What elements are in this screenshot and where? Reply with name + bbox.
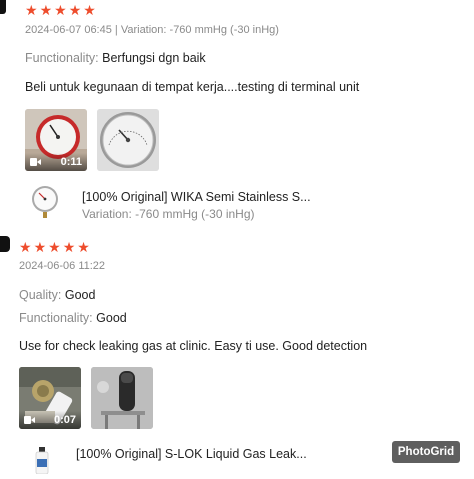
- functionality-label: Functionality:: [25, 51, 99, 65]
- functionality-label: Functionality:: [19, 311, 93, 325]
- review-video-thumbnail[interactable]: 0:11: [25, 109, 87, 171]
- review-meta: 2024-06-07 06:45 | Variation: -760 mmHg …: [25, 24, 279, 36]
- star-icon: ★: [25, 2, 38, 18]
- avatar-partial-top: [0, 0, 6, 14]
- review-photo-thumbnail[interactable]: [91, 367, 153, 429]
- quality-attribute: Quality: Good: [19, 288, 95, 302]
- star-icon: ★: [48, 239, 61, 255]
- review-text: Beli untuk kegunaan di tempat kerja....t…: [25, 80, 360, 94]
- video-duration: 0:07: [53, 414, 76, 426]
- review-photo-thumbnail[interactable]: [97, 109, 159, 171]
- product-name-link[interactable]: [100% Original] S-LOK Liquid Gas Leak...: [76, 447, 307, 461]
- product-thumbnail[interactable]: [33, 445, 51, 475]
- video-camera-icon: [30, 158, 41, 166]
- gauge-photo-image: [97, 109, 159, 171]
- review-text: Use for check leaking gas at clinic. Eas…: [19, 339, 368, 353]
- video-camera-icon: [24, 416, 35, 424]
- functionality-attribute: Functionality: Good: [19, 311, 127, 325]
- star-icon: ★: [33, 239, 47, 255]
- star-icon: ★: [62, 239, 76, 255]
- quality-value: Good: [64, 288, 96, 302]
- video-overlay: 0:11: [25, 153, 87, 171]
- clinic-equipment-image: [91, 367, 153, 429]
- pressure-gauge-icon: [32, 186, 58, 218]
- rating-stars: ★ ★ ★ ★ ★: [25, 3, 96, 17]
- avatar[interactable]: [0, 236, 10, 252]
- functionality-attribute: Functionality: Berfungsi dgn baik: [25, 51, 206, 65]
- product-name-link[interactable]: [100% Original] WIKA Semi Stainless S...: [82, 190, 311, 204]
- product-variation: Variation: -760 mmHg (-30 inHg): [82, 207, 255, 221]
- star-icon: ★: [39, 2, 53, 18]
- product-thumbnail[interactable]: [29, 185, 61, 219]
- quality-label: Quality:: [19, 288, 62, 302]
- star-icon: ★: [68, 2, 82, 18]
- star-icon: ★: [19, 239, 32, 255]
- review-meta: 2024-06-06 11:22: [19, 260, 106, 272]
- star-icon: ★: [77, 239, 90, 255]
- functionality-value: Good: [96, 311, 127, 325]
- photogrid-watermark: PhotoGrid: [392, 441, 460, 463]
- spray-bottle-icon: [35, 447, 49, 475]
- review-video-thumbnail[interactable]: 0:07: [19, 367, 81, 429]
- video-overlay: 0:07: [19, 411, 81, 429]
- video-duration: 0:11: [60, 156, 82, 168]
- functionality-value: Berfungsi dgn baik: [102, 51, 206, 65]
- rating-stars: ★ ★ ★ ★ ★: [19, 240, 90, 254]
- star-icon: ★: [83, 2, 96, 18]
- star-icon: ★: [54, 2, 67, 18]
